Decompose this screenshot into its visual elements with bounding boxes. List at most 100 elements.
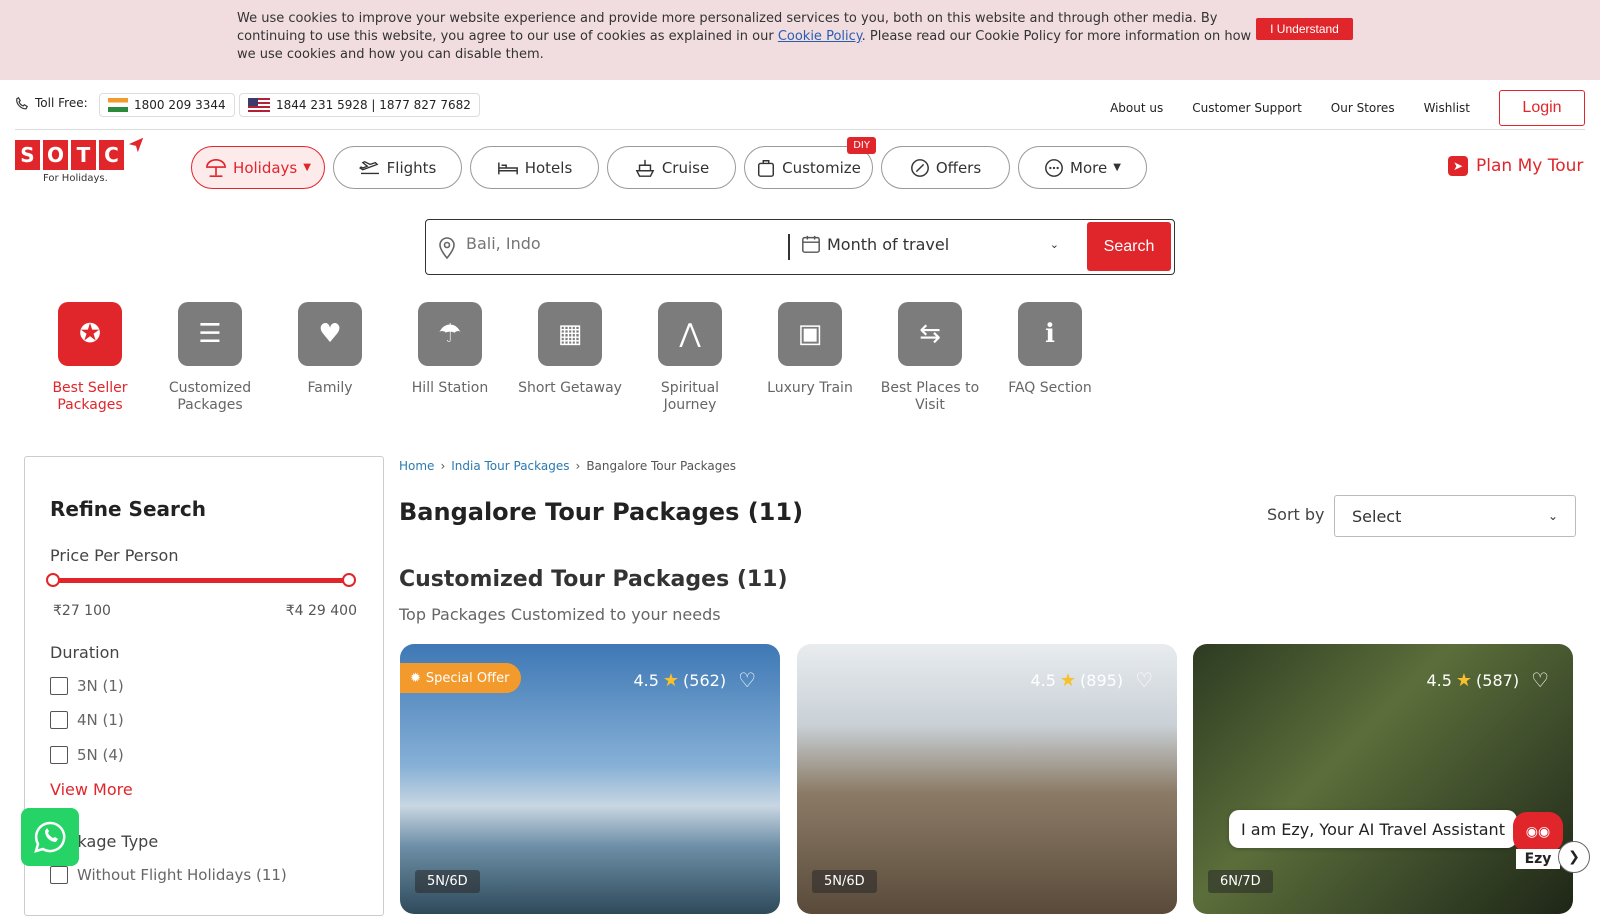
duration-label: Duration	[50, 643, 120, 662]
assistant-name: Ezy	[1516, 849, 1560, 869]
price-max: ₹4 29 400	[285, 603, 357, 619]
logo-letters: S O T C	[15, 137, 160, 170]
sort-select[interactable]: Select ⌄	[1334, 495, 1576, 537]
plan-my-tour-button[interactable]: ➤ Plan My Tour	[1448, 156, 1583, 176]
us-flag-icon	[248, 98, 270, 112]
package-type-option[interactable]: Without Flight Holidays (11)	[50, 866, 287, 884]
sort-value: Select	[1352, 506, 1402, 526]
nav-customize-label: Customize	[782, 158, 861, 177]
about-us-link[interactable]: About us	[1110, 101, 1163, 115]
india-phone[interactable]: 1800 209 3344	[99, 93, 235, 117]
checkbox[interactable]	[50, 711, 68, 729]
month-select[interactable]: Month of travel ⌄	[801, 234, 1059, 254]
nav-hotels[interactable]: Hotels	[470, 146, 599, 189]
assistant-bubble[interactable]: I am Ezy, Your AI Travel Assistant	[1229, 810, 1517, 848]
nav-more[interactable]: More ▼	[1018, 146, 1147, 189]
our-stores-link[interactable]: Our Stores	[1331, 101, 1395, 115]
duration-option[interactable]: 5N (4)	[50, 746, 124, 764]
price-max-handle[interactable]	[342, 573, 356, 587]
wishlist-link[interactable]: Wishlist	[1424, 101, 1470, 115]
chevron-down-icon: ▼	[1113, 162, 1121, 173]
checkbox[interactable]	[50, 746, 68, 764]
nav-hotels-label: Hotels	[524, 158, 573, 177]
badge-icon: ✪	[58, 302, 122, 366]
nav-offers[interactable]: Offers	[881, 146, 1010, 189]
nav-holidays-label: Holidays	[233, 158, 298, 177]
heart-icon[interactable]: ♡	[738, 668, 756, 692]
price-min: ₹27 100	[53, 603, 111, 619]
category-hill-station[interactable]: ☂ Hill Station	[390, 302, 510, 414]
heart-icon[interactable]: ♡	[1531, 668, 1549, 692]
category-customized[interactable]: ☰ Customized Packages	[150, 302, 270, 414]
nav-cruise-label: Cruise	[661, 158, 710, 177]
category-best-seller[interactable]: ✪ Best Seller Packages	[30, 302, 150, 414]
category-label: Family	[307, 380, 353, 396]
logo-arrow-icon	[128, 137, 144, 153]
offer-icon: ✹	[410, 670, 421, 686]
chevron-down-icon: ⌄	[1547, 509, 1558, 523]
signpost-icon: ⇆	[898, 302, 962, 366]
chevron-down-icon: ▼	[303, 162, 311, 173]
nav-holidays[interactable]: Holidays ▼	[191, 146, 325, 189]
package-card[interactable]: ✹ Special Offer 4.5 ★ (562) ♡ 5N/6D	[400, 644, 780, 914]
calendar-icon	[802, 235, 820, 253]
checkbox[interactable]	[50, 677, 68, 695]
view-more-link[interactable]: View More	[50, 780, 133, 799]
star-icon: ★	[1455, 669, 1473, 691]
search-button[interactable]: Search	[1087, 222, 1171, 271]
search-divider	[788, 234, 790, 260]
category-bar: ✪ Best Seller Packages ☰ Customized Pack…	[30, 302, 1110, 414]
us-phone[interactable]: 1844 231 5928 | 1877 827 7682	[239, 93, 480, 117]
chevron-right-icon[interactable]: ❯	[1558, 841, 1590, 873]
category-faq[interactable]: ℹ FAQ Section	[990, 302, 1110, 414]
star-icon: ★	[662, 669, 680, 691]
whatsapp-button[interactable]	[21, 808, 79, 866]
nav-flights[interactable]: Flights	[333, 146, 462, 189]
destination-input[interactable]	[466, 234, 766, 253]
review-count: (587)	[1476, 670, 1520, 690]
breadcrumb-india[interactable]: India Tour Packages	[451, 459, 569, 473]
plane-icon	[358, 160, 379, 174]
checkbox[interactable]	[50, 866, 68, 884]
cookie-policy-link[interactable]: Cookie Policy	[778, 29, 862, 44]
location-pin-icon	[439, 237, 455, 260]
duration-option[interactable]: 4N (1)	[50, 711, 124, 729]
category-label: Luxury Train	[767, 380, 853, 396]
nav-customize[interactable]: Customize DIY	[744, 137, 876, 189]
category-family[interactable]: ♥ Family	[270, 302, 390, 414]
category-label: Customized Packages	[168, 380, 252, 413]
price-min-handle[interactable]	[46, 573, 60, 587]
us-phone-number: 1844 231 5928 | 1877 827 7682	[276, 98, 471, 112]
nav-offers-label: Offers	[935, 158, 982, 177]
family-icon: ♥	[298, 302, 362, 366]
logo-letter: O	[43, 140, 68, 170]
sotc-logo[interactable]: S O T C For Holidays.	[15, 137, 160, 192]
category-best-places[interactable]: ⇆ Best Places to Visit	[870, 302, 990, 414]
toll-free-label: Toll Free:	[35, 96, 88, 110]
phone-icon	[16, 96, 29, 110]
category-spiritual[interactable]: ⋀ Spiritual Journey	[630, 302, 750, 414]
duration-option[interactable]: 3N (1)	[50, 677, 124, 695]
category-luxury-train[interactable]: ▣ Luxury Train	[750, 302, 870, 414]
toll-free: Toll Free:	[15, 96, 88, 110]
cookie-accept-button[interactable]: I Understand	[1256, 18, 1353, 40]
price-slider[interactable]	[46, 573, 356, 587]
nav-cruise[interactable]: Cruise	[607, 146, 736, 189]
page-title: Bangalore Tour Packages (11)	[399, 498, 804, 526]
section-subtitle: Top Packages Customized to your needs	[399, 605, 721, 624]
card-rating: 4.5 ★ (587) ♡	[1426, 668, 1549, 692]
breadcrumb-separator: ›	[440, 459, 446, 473]
category-short-getaway[interactable]: ▦ Short Getaway	[510, 302, 630, 414]
heart-icon[interactable]: ♡	[1135, 668, 1153, 692]
customer-support-link[interactable]: Customer Support	[1192, 101, 1302, 115]
logo-letter: T	[71, 140, 96, 170]
plan-my-tour-label: Plan My Tour	[1476, 156, 1584, 176]
rating-value: 4.5	[1030, 670, 1056, 690]
package-card[interactable]: 4.5 ★ (587) ♡ 6N/7D	[1193, 644, 1573, 914]
robot-icon[interactable]: ◉◉	[1513, 812, 1563, 852]
breadcrumb-home[interactable]: Home	[399, 459, 434, 473]
package-card[interactable]: 4.5 ★ (895) ♡ 5N/6D	[797, 644, 1177, 914]
dots-icon	[1045, 158, 1063, 177]
sort-label: Sort by	[1267, 505, 1325, 524]
login-button[interactable]: Login	[1499, 90, 1585, 126]
